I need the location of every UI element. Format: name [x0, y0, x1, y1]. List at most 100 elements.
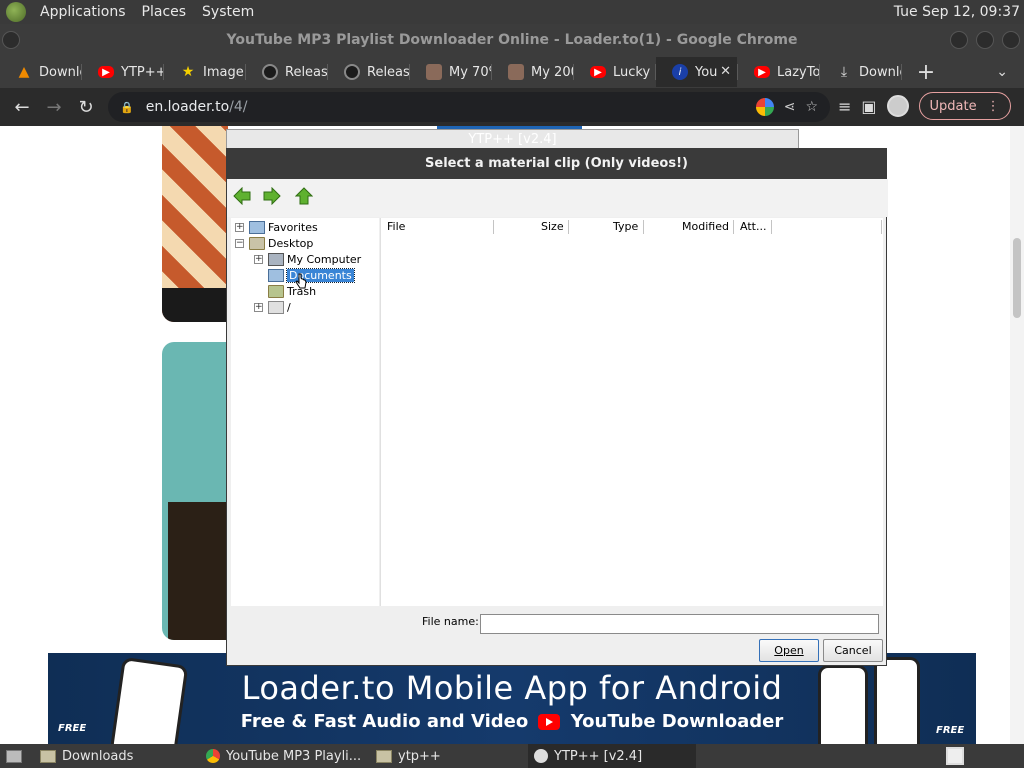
column-divider[interactable]: [643, 220, 644, 234]
system-menu[interactable]: System: [194, 4, 262, 20]
top-panel: Applications Places System Tue Sep 12, 0…: [0, 0, 1024, 24]
close-tab-icon[interactable]: ✕: [720, 64, 731, 79]
tab-label: LazyTo: [777, 64, 819, 80]
back-icon[interactable]: [233, 187, 251, 205]
taskbar-item[interactable]: Downloads: [34, 744, 200, 768]
column-size[interactable]: Size: [541, 220, 564, 233]
window-title-bar: YouTube MP3 Playlist Downloader Online -…: [0, 24, 1024, 56]
side-panel-icon[interactable]: ▣: [861, 97, 876, 116]
media-controls-icon[interactable]: ≡: [838, 97, 851, 116]
column-divider[interactable]: [493, 220, 494, 234]
expand-icon[interactable]: +: [235, 222, 244, 232]
cancel-button-label: Cancel: [834, 644, 872, 657]
column-modified[interactable]: Modified: [682, 220, 729, 233]
browser-tab[interactable]: Releas: [328, 57, 409, 87]
column-divider[interactable]: [568, 220, 569, 234]
update-button[interactable]: Update ⋮: [918, 92, 1011, 120]
browser-tab[interactable]: i You ✕: [656, 57, 737, 87]
tree-item-label: Desktop: [268, 236, 314, 250]
places-menu[interactable]: Places: [134, 4, 195, 20]
update-label: Update: [929, 98, 977, 114]
cancel-button[interactable]: Cancel: [823, 639, 883, 662]
free-badge: FREE: [58, 723, 87, 734]
banner-subtitle-right: YouTube Downloader: [570, 711, 784, 732]
trash-icon: [268, 284, 284, 298]
taskbar-item[interactable]: YTP++ [v2.4]: [528, 744, 696, 768]
browser-tab[interactable]: ★ ImageM: [164, 57, 245, 87]
lock-icon[interactable]: 🔒: [120, 101, 134, 114]
browser-tab[interactable]: ▲ Downlo: [0, 57, 81, 87]
open-button-label: Open: [774, 644, 804, 657]
taskbar: Downloads YouTube MP3 Playli... ytp++ YTP++…: [0, 744, 1024, 768]
tree-item-trash[interactable]: Trash: [268, 283, 316, 299]
open-button[interactable]: Open: [759, 639, 819, 662]
forward-icon[interactable]: [263, 187, 281, 205]
clock[interactable]: Tue Sep 12, 09:37: [894, 4, 1024, 20]
window-title: YouTube MP3 Playlist Downloader Online -…: [226, 32, 798, 48]
google-lens-icon[interactable]: [755, 98, 774, 116]
up-icon[interactable]: [295, 187, 313, 205]
expand-icon[interactable]: +: [254, 254, 263, 264]
banner-subtitle: Free & Fast Audio and Video YouTube Down…: [48, 711, 976, 732]
column-divider[interactable]: [881, 220, 882, 234]
tree-item-root[interactable]: + /: [254, 299, 291, 315]
browser-tab[interactable]: ▶ LazyTo: [738, 57, 819, 87]
browser-tab[interactable]: ▶ YTP++: [82, 57, 163, 87]
page-scrollbar[interactable]: [1010, 126, 1024, 744]
tree-item-favorites[interactable]: + Favorites: [235, 219, 318, 235]
tab-label: Releas: [367, 64, 409, 80]
tab-label: Downlo: [859, 64, 901, 80]
bookmark-star-icon[interactable]: ☆: [805, 99, 818, 115]
tab-label: YTP++: [121, 64, 163, 80]
show-desktop-button[interactable]: [0, 744, 34, 768]
minimize-button[interactable]: [950, 31, 968, 49]
workspace-switcher-icon[interactable]: [946, 747, 964, 765]
banner-subtitle-left: Free & Fast Audio and Video: [240, 711, 529, 732]
youtube-icon: [538, 714, 561, 730]
column-file[interactable]: File: [387, 220, 405, 233]
applications-menu[interactable]: Applications: [32, 4, 134, 20]
tree-item-my-computer[interactable]: + My Computer: [254, 251, 361, 267]
collapse-icon[interactable]: −: [235, 238, 244, 248]
dialog-toolbar: [227, 179, 888, 217]
star-icon: ★: [181, 64, 195, 80]
file-name-input[interactable]: [480, 614, 879, 634]
window-menu-button[interactable]: [2, 31, 20, 49]
github-icon: [344, 64, 360, 80]
new-tab-button[interactable]: +: [908, 60, 944, 85]
reload-icon[interactable]: ↻: [70, 91, 102, 123]
browser-tab[interactable]: My 200: [492, 57, 573, 87]
browser-tab[interactable]: ⤓ Downlo: [820, 57, 901, 87]
url-path: /4/: [229, 99, 248, 115]
back-arrow-icon[interactable]: ←: [6, 91, 38, 123]
address-bar[interactable]: 🔒 en.loader.to /4/ ⋖ ☆: [108, 92, 830, 122]
column-divider[interactable]: [733, 220, 734, 234]
file-list[interactable]: File Size Type Modified Att...: [380, 218, 883, 606]
profile-avatar[interactable]: [886, 95, 909, 117]
share-icon[interactable]: ⋖: [784, 99, 796, 115]
tree-item-label: My Computer: [287, 252, 362, 266]
tab-label: Lucky S: [613, 64, 655, 80]
app-promo-banner[interactable]: Loader.to Mobile App for Android Free & …: [48, 653, 976, 744]
column-type[interactable]: Type: [613, 220, 638, 233]
taskbar-item-label: Downloads: [62, 748, 134, 764]
tab-search-chevron-icon[interactable]: ⌄: [996, 64, 1008, 80]
youtube-icon: ▶: [590, 66, 606, 78]
mint-logo-icon[interactable]: [6, 2, 26, 22]
maximize-button[interactable]: [976, 31, 994, 49]
taskbar-item[interactable]: YouTube MP3 Playli...: [200, 744, 370, 768]
tree-item-desktop[interactable]: − Desktop: [235, 235, 313, 251]
tree-item-documents[interactable]: Documents: [268, 267, 355, 283]
close-window-button[interactable]: [1002, 31, 1020, 49]
browser-tab[interactable]: ▶ Lucky S: [574, 57, 655, 87]
scrollbar-thumb[interactable]: [1013, 238, 1021, 318]
tab-strip: ▲ Downlo ▶ YTP++ ★ ImageM Releas Releas My 70% My…: [0, 56, 1024, 88]
expand-icon[interactable]: +: [254, 302, 263, 312]
forward-arrow-icon[interactable]: →: [38, 91, 70, 123]
browser-tab[interactable]: My 70%: [410, 57, 491, 87]
kebab-menu-icon[interactable]: ⋮: [987, 99, 1000, 114]
taskbar-item[interactable]: ytp++: [370, 744, 528, 768]
column-divider[interactable]: [771, 220, 772, 234]
browser-tab[interactable]: Releas: [246, 57, 327, 87]
column-attributes[interactable]: Att...: [740, 220, 766, 233]
